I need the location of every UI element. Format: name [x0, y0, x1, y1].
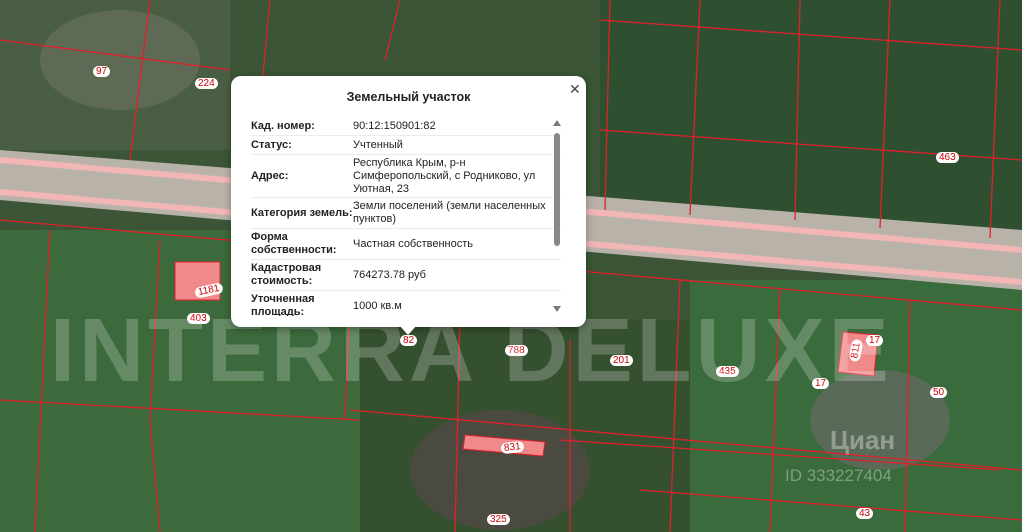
popup-tail	[399, 325, 417, 335]
parcel-number[interactable]: 82	[400, 335, 418, 346]
parcel-number[interactable]: 403	[187, 313, 210, 324]
parcel-number[interactable]: 788	[505, 345, 528, 356]
detail-row: Категория земель: Земли поселений (земли…	[251, 198, 561, 229]
detail-value: Учтенный	[353, 138, 403, 151]
close-icon[interactable]: ✕	[569, 81, 581, 98]
parcel-number[interactable]: 463	[936, 152, 959, 163]
parcel-number[interactable]: 831	[500, 440, 525, 455]
detail-row: Форма собственности: Частная собственнос…	[251, 229, 561, 260]
parcel-number[interactable]: 224	[195, 78, 218, 89]
parcel-number[interactable]: 50	[930, 387, 948, 398]
detail-row: Уточненная площадь: 1000 кв.м	[251, 291, 561, 316]
detail-label: Статус:	[251, 138, 292, 151]
detail-value: 90:12:150901:82	[353, 120, 436, 132]
detail-value: Республика Крым, р-н Симферопольский, с …	[353, 156, 536, 195]
detail-label: Кадастровая стоимость:	[251, 262, 322, 287]
scroll-up-icon[interactable]	[553, 120, 561, 126]
popup-title: Земельный участок	[346, 90, 471, 104]
parcel-number[interactable]: 43	[856, 508, 874, 519]
detail-value: 764273.78 руб	[353, 268, 426, 281]
detail-row: Кад. номер: 90:12:150901:82	[251, 118, 561, 136]
parcel-number[interactable]: 325	[487, 514, 510, 525]
detail-row: Статус: Учтенный	[251, 136, 561, 155]
detail-label: Уточненная площадь:	[251, 293, 315, 316]
detail-row: Адрес: Республика Крым, р-н Симферопольс…	[251, 155, 561, 198]
parcel-details[interactable]: Кад. номер: 90:12:150901:82 Статус: Учте…	[251, 118, 561, 316]
detail-label: Адрес:	[251, 169, 289, 182]
scroll-thumb[interactable]	[554, 133, 560, 246]
popup-scrollbar[interactable]	[553, 120, 563, 316]
parcel-number[interactable]: 201	[610, 355, 633, 366]
detail-value: Земли поселений (земли населенных пункто…	[353, 200, 546, 225]
detail-row: Кадастровая стоимость: 764273.78 руб	[251, 260, 561, 291]
parcel-number[interactable]: 17	[812, 378, 830, 389]
parcel-number[interactable]: 97	[93, 66, 111, 77]
detail-label: Форма собственности:	[251, 231, 337, 256]
parcel-number[interactable]: 435	[716, 366, 739, 377]
parcel-info-popup: Земельный участок ✕ Кад. номер: 90:12:15…	[231, 76, 586, 335]
detail-label: Кад. номер:	[251, 120, 315, 132]
scroll-down-icon[interactable]	[553, 306, 561, 312]
parcel-number[interactable]: 17	[866, 335, 884, 346]
detail-value: 1000 кв.м	[353, 299, 402, 312]
detail-value: Частная собственность	[353, 237, 474, 250]
detail-label: Категория земель:	[251, 206, 353, 219]
